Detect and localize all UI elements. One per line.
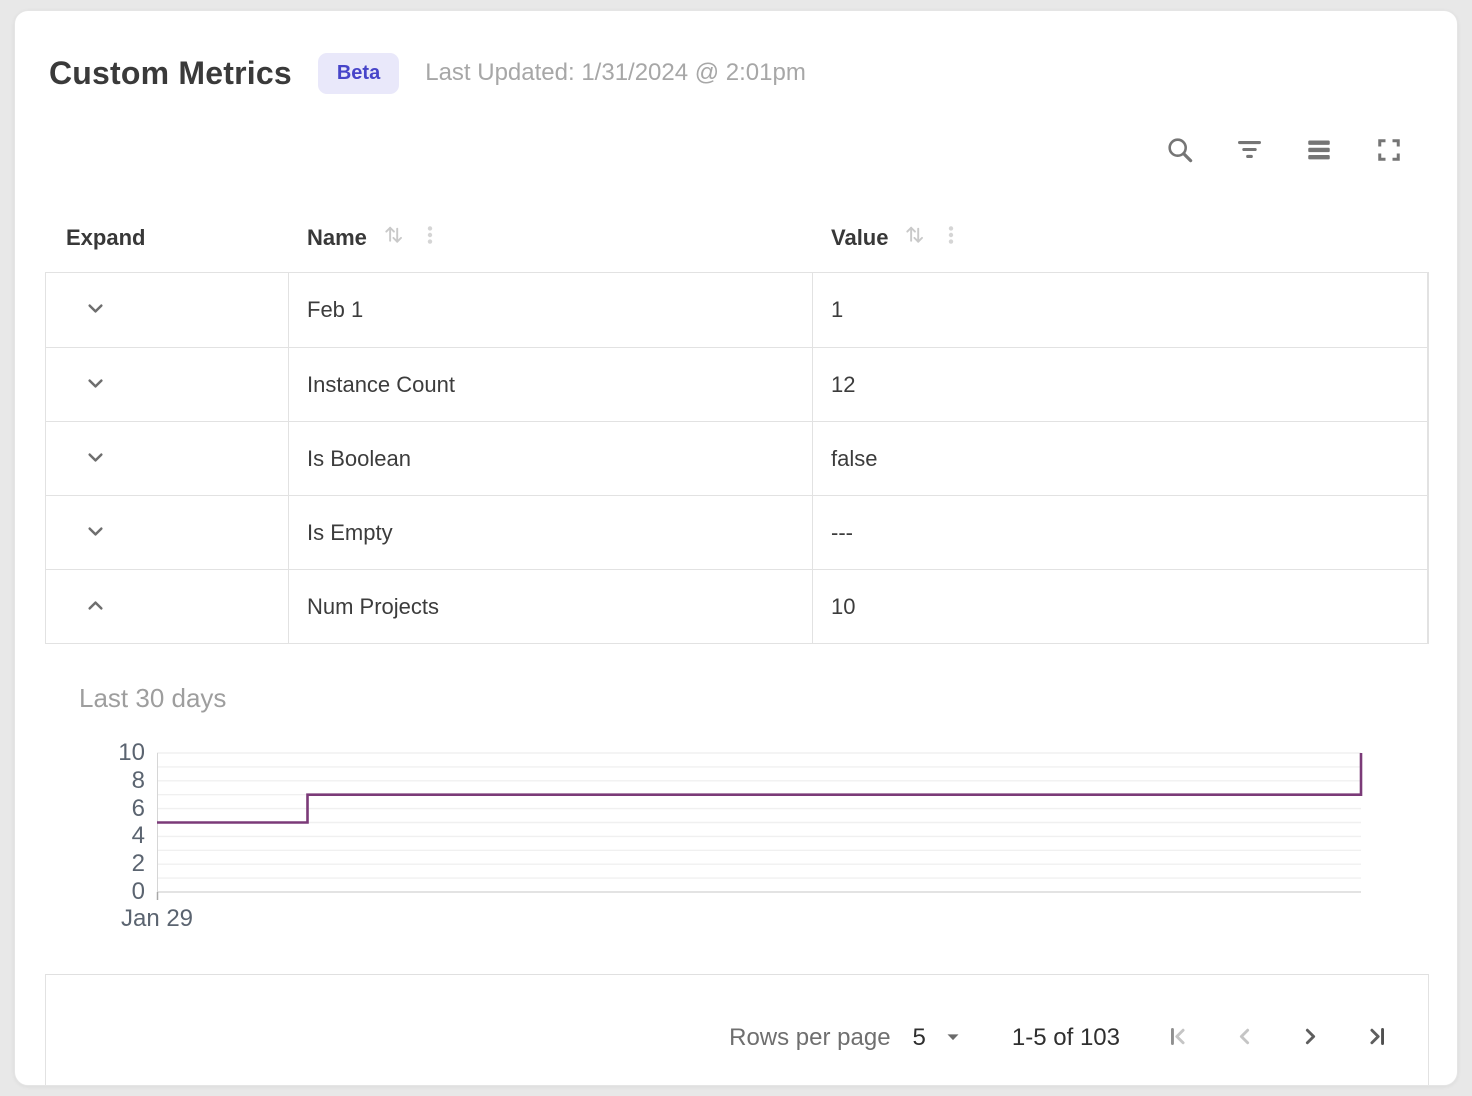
table-row: Instance Count 12: [46, 347, 1427, 421]
expand-button[interactable]: [76, 514, 114, 552]
table-row: Is Empty ---: [46, 495, 1427, 569]
first-page-icon: [1164, 1022, 1193, 1054]
expand-button[interactable]: [76, 440, 114, 478]
density-button[interactable]: [1297, 129, 1341, 173]
value-cell: ---: [813, 496, 1427, 569]
chart-title: Last 30 days: [79, 683, 226, 714]
column-label: Value: [831, 225, 888, 251]
y-axis-tick-label: 10: [77, 738, 145, 768]
value-cell: false: [813, 422, 1427, 495]
page-background: Custom Metrics Beta Last Updated: 1/31/2…: [0, 0, 1472, 1096]
metric-history-chart: 1086420 Jan 29: [15, 753, 1458, 963]
value-cell: 10: [813, 570, 1427, 643]
table-row: Feb 1 1: [46, 273, 1427, 347]
value-cell: 1: [813, 273, 1427, 347]
sort-icon[interactable]: [901, 221, 928, 254]
name-cell: Is Boolean: [289, 422, 813, 495]
step-line-plot: [157, 753, 1361, 892]
pagination-controls: [1156, 1016, 1398, 1060]
name-cell: Instance Count: [289, 348, 813, 421]
search-icon: [1164, 134, 1195, 168]
y-axis-tick-label: 2: [77, 849, 145, 879]
first-page-button[interactable]: [1156, 1016, 1200, 1060]
value-cell: 12: [813, 348, 1427, 421]
page-title: Custom Metrics: [49, 55, 292, 92]
table-body: Feb 1 1 Instance Count 12: [45, 272, 1429, 644]
column-label: Expand: [66, 225, 145, 251]
column-header-name[interactable]: Name: [289, 203, 813, 272]
card-header: Custom Metrics Beta Last Updated: 1/31/2…: [49, 47, 806, 99]
rows-per-page-label: Rows per page: [729, 1024, 890, 1052]
fullscreen-icon: [1374, 135, 1404, 168]
column-header-expand: Expand: [45, 203, 289, 272]
expand-button[interactable]: [76, 291, 114, 329]
pagination-range: 1-5 of 103: [1012, 1024, 1120, 1052]
table-row: Is Boolean false: [46, 421, 1427, 495]
filter-button[interactable]: [1227, 129, 1271, 173]
last-updated-text: Last Updated: 1/31/2024 @ 2:01pm: [425, 59, 806, 87]
fullscreen-button[interactable]: [1367, 129, 1411, 173]
next-page-button[interactable]: [1288, 1016, 1332, 1060]
column-header-value[interactable]: Value: [813, 203, 1429, 272]
last-page-button[interactable]: [1354, 1016, 1398, 1060]
chevron-up-icon: [82, 592, 109, 622]
sort-icon[interactable]: [380, 221, 407, 254]
rows-per-page-select[interactable]: 5: [913, 1024, 964, 1052]
expand-cell: [46, 273, 289, 347]
chevron-left-icon: [1230, 1022, 1259, 1054]
y-axis-tick-label: 4: [77, 821, 145, 851]
table-header-row: Expand Name: [45, 203, 1429, 272]
column-menu-icon[interactable]: [939, 223, 963, 253]
chevron-down-icon: [82, 370, 109, 400]
chevron-down-icon: [82, 295, 109, 325]
column-menu-icon[interactable]: [418, 223, 442, 253]
chevron-down-icon: [82, 444, 109, 474]
name-cell: Feb 1: [289, 273, 813, 347]
table-row-expanded: Num Projects 10: [46, 569, 1427, 643]
chevron-down-icon: [82, 518, 109, 548]
last-page-icon: [1362, 1022, 1391, 1054]
y-axis-tick-label: 6: [77, 794, 145, 824]
density-icon: [1304, 135, 1334, 168]
dropdown-arrow-icon: [942, 1026, 964, 1051]
collapse-button[interactable]: [76, 588, 114, 626]
name-cell: Num Projects: [289, 570, 813, 643]
y-axis-tick-label: 0: [77, 877, 145, 907]
table-toolbar: [1157, 129, 1411, 173]
x-axis-label: Jan 29: [97, 905, 217, 933]
expand-cell: [46, 570, 289, 643]
name-cell: Is Empty: [289, 496, 813, 569]
rows-per-page-value: 5: [913, 1024, 926, 1052]
y-axis-tick-label: 8: [77, 766, 145, 796]
search-button[interactable]: [1157, 129, 1201, 173]
previous-page-button[interactable]: [1222, 1016, 1266, 1060]
expand-button[interactable]: [76, 366, 114, 404]
table-footer: Rows per page 5 1-5 of 103: [45, 974, 1429, 1086]
filter-icon: [1234, 134, 1265, 168]
expand-cell: [46, 496, 289, 569]
custom-metrics-card: Custom Metrics Beta Last Updated: 1/31/2…: [14, 10, 1458, 1086]
expand-cell: [46, 348, 289, 421]
chevron-right-icon: [1296, 1022, 1325, 1054]
beta-badge: Beta: [318, 53, 399, 94]
column-label: Name: [307, 225, 367, 251]
expand-cell: [46, 422, 289, 495]
